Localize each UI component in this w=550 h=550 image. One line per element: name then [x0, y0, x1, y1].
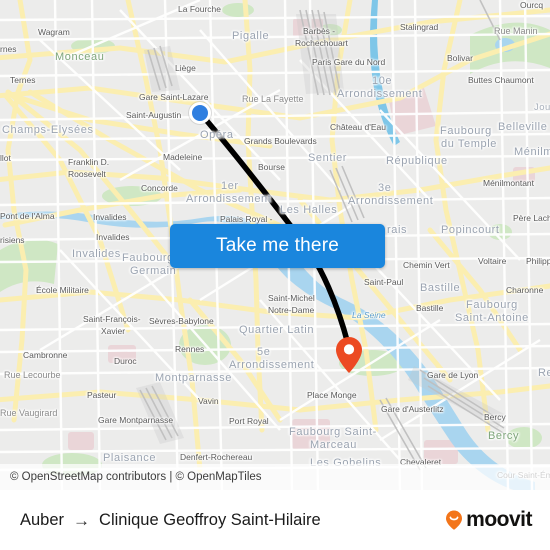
trip-summary: Auber → Clinique Geoffroy Saint-Hilaire — [20, 511, 443, 530]
moovit-wordmark: moovit — [466, 508, 532, 531]
moovit-logo[interactable]: moovit — [443, 508, 532, 532]
destination-marker-pin[interactable] — [335, 336, 363, 374]
map-screen: La Fourche Wagram Pigalle Barbès - Rochechou… — [0, 0, 550, 550]
map-canvas[interactable]: La Fourche Wagram Pigalle Barbès - Rochechou… — [0, 0, 550, 490]
trip-origin-label[interactable]: Auber — [20, 511, 64, 530]
map-attribution: © OpenStreetMap contributors | © OpenMap… — [0, 464, 550, 490]
moovit-pin-icon — [446, 510, 463, 530]
arrow-right-icon: → — [73, 510, 91, 530]
attribution-text[interactable]: © OpenStreetMap contributors | © OpenMap… — [10, 471, 262, 483]
take-me-there-button[interactable]: Take me there — [170, 224, 385, 268]
trip-destination-label[interactable]: Clinique Geoffroy Saint-Hilaire — [99, 511, 321, 530]
origin-marker-dot[interactable] — [189, 102, 211, 124]
take-me-there-label: Take me there — [216, 235, 339, 256]
trip-footer: Auber → Clinique Geoffroy Saint-Hilaire … — [0, 490, 550, 550]
